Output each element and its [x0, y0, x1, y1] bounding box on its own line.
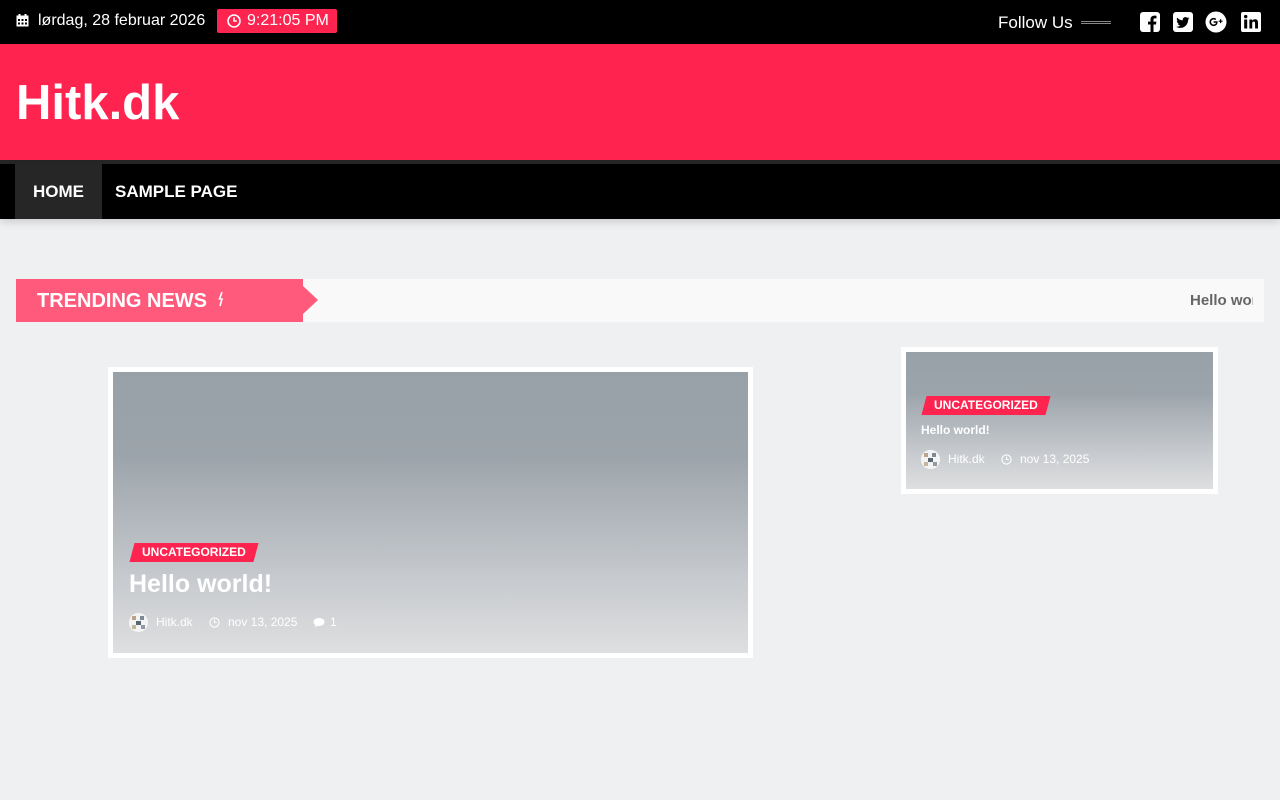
trending-label-box: TRENDING NEWS: [16, 279, 318, 322]
post-author[interactable]: Hitk.dk: [948, 452, 985, 466]
post-title[interactable]: Hello world!: [129, 569, 272, 599]
post-date[interactable]: nov 13, 2025: [228, 615, 297, 629]
twitter-square-icon[interactable]: [1172, 11, 1194, 33]
avatar: [921, 450, 940, 469]
trending-news-bar: TRENDING NEWS Hello wor: [16, 279, 1264, 322]
main-navigation: HOME SAMPLE PAGE: [0, 164, 1280, 219]
clock-icon: [227, 14, 241, 28]
nav-item-home[interactable]: HOME: [15, 164, 102, 219]
calendar-icon: [16, 14, 29, 27]
follow-divider: [1081, 21, 1111, 24]
current-date: lørdag, 28 februar 2026: [38, 12, 206, 29]
google-plus-icon[interactable]: [1205, 11, 1227, 33]
trending-label: TRENDING NEWS: [37, 290, 207, 312]
linkedin-icon[interactable]: [1240, 11, 1262, 33]
category-badge[interactable]: UNCATEGORIZED: [921, 396, 1051, 415]
featured-post-image[interactable]: UNCATEGORIZED Hello world! Hitk.dk nov 1…: [113, 372, 748, 653]
comment-icon: [313, 618, 325, 628]
site-title-link[interactable]: Hitk.dk: [16, 74, 179, 132]
clock-icon: [209, 617, 220, 628]
side-post-card[interactable]: UNCATEGORIZED Hello world! Hitk.dk nov 1…: [901, 347, 1218, 494]
post-comments-count[interactable]: 1: [330, 615, 337, 629]
side-post-image[interactable]: UNCATEGORIZED Hello world! Hitk.dk nov 1…: [906, 352, 1213, 489]
facebook-square-icon[interactable]: [1139, 11, 1161, 33]
site-header: Hitk.dk: [0, 44, 1280, 160]
featured-post-card[interactable]: UNCATEGORIZED Hello world! Hitk.dk nov 1…: [108, 367, 753, 658]
follow-us-label: Follow Us: [998, 13, 1073, 32]
category-badge[interactable]: UNCATEGORIZED: [129, 543, 259, 562]
post-title[interactable]: Hello world!: [921, 423, 990, 438]
post-date[interactable]: nov 13, 2025: [1020, 452, 1089, 466]
bolt-icon: [218, 291, 224, 307]
current-time: 9:21:05 PM: [247, 12, 329, 29]
nav-item-sample-page[interactable]: SAMPLE PAGE: [97, 164, 255, 219]
top-bar: lørdag, 28 februar 2026 9:21:05 PM Follo…: [0, 0, 1280, 44]
post-author[interactable]: Hitk.dk: [156, 615, 193, 629]
clock-icon: [1001, 454, 1012, 465]
trending-ticker-link[interactable]: Hello wor: [1190, 292, 1253, 309]
trending-ticker: Hello wor: [318, 279, 1253, 322]
current-time-badge: 9:21:05 PM: [217, 9, 337, 33]
avatar: [129, 613, 148, 632]
